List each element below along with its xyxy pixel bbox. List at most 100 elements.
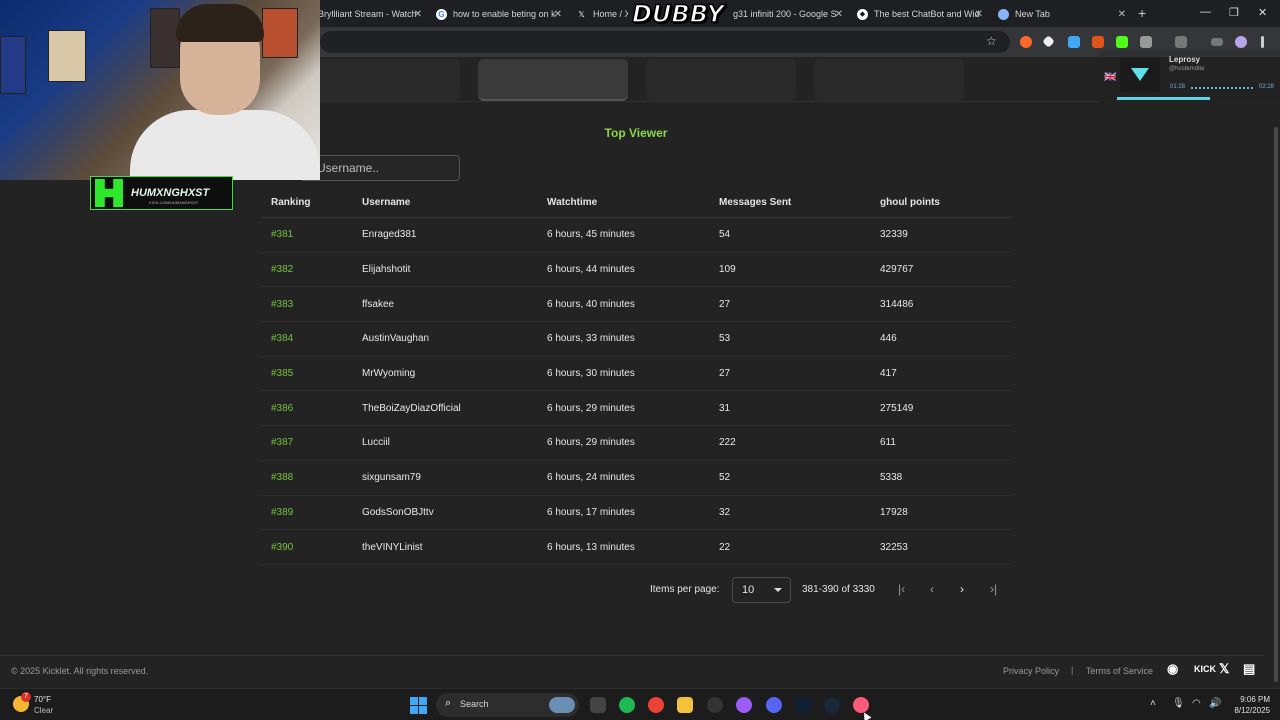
kick-icon[interactable]: KICK — [1194, 664, 1216, 674]
kick-extension-icon[interactable] — [1116, 36, 1128, 48]
table-row: #383 ffsakee 6 hours, 40 minutes 27 314486 — [261, 287, 1012, 323]
watchtime-cell: 6 hours, 29 minutes — [547, 402, 635, 414]
minimize-icon[interactable]: — — [1200, 6, 1211, 18]
column-header-username[interactable]: Username — [362, 188, 410, 217]
items-per-page-select[interactable]: 10 — [732, 577, 791, 603]
search-highlight-image — [549, 697, 575, 713]
tab-google-betting[interactable]: G how to enable beting on k ✕ — [436, 3, 562, 25]
app-icon[interactable] — [736, 697, 752, 713]
task-view-icon[interactable] — [590, 697, 606, 713]
chrome-taskbar-icon[interactable] — [648, 697, 664, 713]
wifi-icon[interactable]: ◠ — [1192, 698, 1201, 709]
obs-icon[interactable] — [707, 697, 723, 713]
chevron-up-icon[interactable]: ˄ — [1150, 698, 1156, 709]
nav-card-active[interactable] — [478, 59, 628, 101]
column-header-ranking[interactable]: Ranking — [271, 188, 310, 217]
table-row: #390 theVINYLinist 6 hours, 13 minutes 22 32… — [261, 530, 1012, 565]
steam-icon[interactable] — [824, 697, 840, 713]
restore-icon[interactable]: ❐ — [1229, 6, 1239, 19]
weather-temperature[interactable]: 70°F — [34, 695, 51, 704]
taskbar-search[interactable]: ⌕ Search — [436, 693, 579, 717]
table-row: #382 Elijahshotit 6 hours, 44 minutes 109 42… — [261, 253, 1012, 288]
username-cell: theVINYLinist — [362, 541, 423, 553]
username-search-input[interactable] — [300, 155, 460, 181]
close-tab-icon[interactable]: ✕ — [835, 9, 843, 20]
windows-start-icon[interactable] — [410, 697, 427, 714]
discord-taskbar-icon[interactable] — [766, 697, 782, 713]
table-header: Ranking Username Watchtime Messages Sent… — [261, 188, 1012, 218]
taskbar-clock[interactable]: 9:06 PM 8/12/2025 — [1226, 694, 1270, 716]
messages-cell: 109 — [719, 264, 736, 276]
track-progress-dots — [1191, 87, 1253, 89]
new-tab-icon[interactable]: + — [1138, 5, 1146, 21]
weather-condition[interactable]: Clear — [34, 706, 53, 715]
next-page-icon[interactable]: › — [960, 582, 964, 596]
tab-new-tab[interactable]: New Tab ✕ — [998, 3, 1126, 25]
tab-title: how to enable beting on k — [453, 9, 556, 19]
nav-card[interactable] — [646, 59, 796, 101]
ranking-cell: #389 — [271, 506, 294, 518]
taskbar-search-label: Search — [460, 699, 489, 709]
tab-google-g31[interactable]: g31 infiniti 200 - Google S ✕ — [733, 3, 843, 25]
page-scrollbar[interactable] — [1272, 57, 1280, 687]
spotify-icon[interactable] — [619, 697, 635, 713]
nav-card[interactable] — [814, 59, 964, 101]
address-bar[interactable] — [320, 31, 1010, 53]
table-row: #387 Lucciil 6 hours, 29 minutes 222 611 — [261, 426, 1012, 461]
bookmark-star-icon[interactable]: ☆ — [986, 34, 997, 48]
terms-of-service-link[interactable]: Terms of Service — [1086, 666, 1153, 676]
windows-taskbar: 7 70°F Clear ⌕ Search ˄ 🎙 ◠ 🔊 9:06 PM 8/… — [0, 688, 1280, 720]
clock-time: 9:06 PM — [1240, 695, 1270, 704]
discord-icon[interactable]: ◉ — [1167, 661, 1178, 677]
first-page-icon[interactable]: |‹ — [898, 582, 905, 596]
column-header-points[interactable]: ghoul points — [880, 188, 940, 217]
x-icon[interactable]: 𝕏 — [1219, 661, 1229, 677]
file-explorer-icon[interactable] — [677, 697, 693, 713]
close-tab-icon[interactable]: ✕ — [554, 9, 562, 20]
extension-icon[interactable] — [1020, 36, 1032, 48]
privacy-policy-link[interactable]: Privacy Policy — [1003, 666, 1059, 676]
points-cell: 32253 — [880, 541, 908, 553]
extension-icon[interactable] — [1042, 35, 1055, 48]
scrollbar-thumb[interactable] — [1274, 127, 1278, 682]
microphone-icon[interactable]: 🎙 — [1172, 698, 1185, 709]
reading-list-icon[interactable] — [1211, 38, 1223, 46]
username-cell: TheBoiZayDiazOfficial — [362, 402, 461, 414]
points-cell: 417 — [880, 368, 897, 380]
extension-icon[interactable] — [1068, 36, 1080, 48]
last-page-icon[interactable]: ›| — [990, 582, 997, 596]
tab-botrix[interactable]: ◆ The best ChatBot and Wid ✕ — [857, 3, 983, 25]
close-window-icon[interactable]: ✕ — [1258, 6, 1267, 19]
ranking-cell: #381 — [271, 229, 294, 241]
clock-date: 8/12/2025 — [1234, 706, 1270, 715]
terminal-icon[interactable] — [795, 697, 811, 713]
close-tab-icon[interactable]: ✕ — [1118, 9, 1126, 20]
tab-x-home[interactable]: 𝕏 Home / X — [576, 3, 628, 25]
column-header-messages[interactable]: Messages Sent — [719, 188, 791, 217]
extension-icon[interactable] — [1092, 36, 1104, 48]
close-tab-icon[interactable]: ✕ — [975, 9, 983, 20]
tab-kick-stream[interactable]: Bryllliant Stream - Watch ✕ — [318, 3, 422, 25]
caret-down-icon — [774, 588, 782, 592]
messages-cell: 53 — [719, 333, 731, 345]
track-title: Leprosy — [1169, 55, 1201, 64]
pagination: Items per page: 10 381-390 of 3330 |‹ ‹ … — [650, 577, 1010, 603]
column-header-watchtime[interactable]: Watchtime — [547, 188, 597, 217]
cast-icon[interactable] — [1175, 36, 1187, 48]
table-row: #389 GodsSonOBJttv 6 hours, 17 minutes 32 17… — [261, 496, 1012, 531]
watchtime-cell: 6 hours, 17 minutes — [547, 506, 635, 518]
watchtime-cell: 6 hours, 30 minutes — [547, 368, 635, 380]
nav-card[interactable] — [310, 59, 460, 101]
close-tab-icon[interactable]: ✕ — [414, 9, 422, 20]
track-elapsed: 01:28 — [1170, 84, 1186, 90]
puzzle-icon[interactable] — [1140, 36, 1152, 48]
now-playing-overlay: 🇬🇧 Leprosy @hostemdite 01:28 02:28 — [1100, 50, 1280, 102]
menu-dots-icon[interactable] — [1261, 36, 1264, 48]
previous-page-icon[interactable]: ‹ — [930, 582, 934, 596]
profile-avatar[interactable] — [1235, 36, 1247, 48]
volume-icon[interactable]: 🔊 — [1209, 698, 1221, 709]
document-icon[interactable]: ▤ — [1243, 661, 1255, 677]
table-row: #388 sixgunsam79 6 hours, 24 minutes 52 5338 — [261, 461, 1012, 496]
copyright-text: © 2025 Kicklet. All rights reserved. — [11, 666, 149, 676]
table-row: #386 TheBoiZayDiazOfficial 6 hours, 29 min… — [261, 391, 1012, 427]
